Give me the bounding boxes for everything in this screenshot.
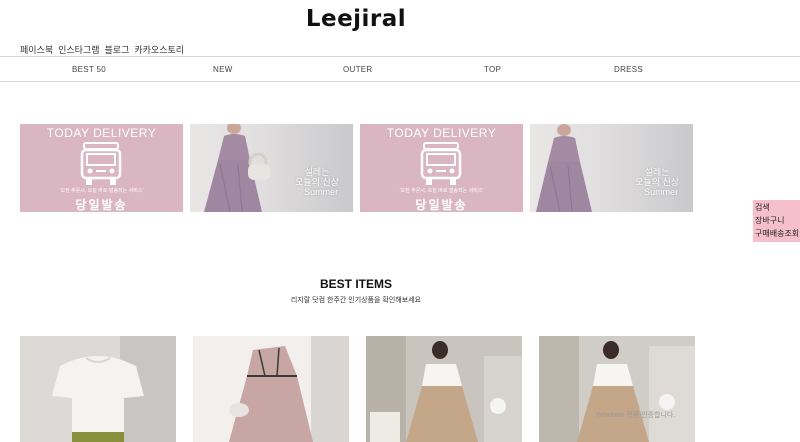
nav-item-outer[interactable]: OUTER [343,65,373,74]
banner-line2: 오늘의 신상 [635,177,679,187]
summer-new-banner-2[interactable]: 설레는 오늘의 신상 ♡Summer [530,124,693,212]
banner-summer-text: 설레는 오늘의 신상 ♡Summer [295,167,339,197]
product-image [539,336,695,442]
banner-row: TODAY DELIVERY '오전 주문시, 오늘 바로 발송되는 서비스' … [20,124,693,212]
today-delivery-banner[interactable]: TODAY DELIVERY '오전 주문시, 오늘 바로 발송되는 서비스' … [20,124,183,212]
banner-big-text: 당일발송 [415,198,468,212]
truck-icon [420,142,462,185]
summer-new-banner[interactable]: 설레는 오늘의 신상 ♡Summer [190,124,353,212]
product-card[interactable] [193,336,349,442]
product-card[interactable] [366,336,522,442]
banner-summer-text: 설레는 오늘의 신상 ♡Summer [635,167,679,197]
banner-line3: ♡Summer [296,187,339,197]
side-menu-cart[interactable]: 장바구니 [755,214,800,227]
social-link-facebook[interactable]: 페이스북 [20,43,53,56]
product-card[interactable] [20,336,176,442]
banner-line3: ♡Summer [636,187,679,197]
category-nav: BEST 50 NEW OUTER TOP DRESS [0,56,800,82]
nav-item-best50[interactable]: BEST 50 [72,65,106,74]
os-activation-watermark: Windows 정품 인증합니다. [596,412,676,419]
social-link-kakaostory[interactable]: 카카오스토리 [134,43,184,56]
banner-subtext: '오전 주문시, 오늘 바로 발송되는 서비스' [399,188,484,194]
banner-subtext: '오전 주문시, 오늘 바로 발송되는 서비스' [59,188,144,194]
side-menu-search[interactable]: 검색 [755,201,800,214]
site-logo[interactable]: Leejiral [0,6,712,32]
banner-heading: TODAY DELIVERY [46,126,157,140]
banner-big-text: 당일발송 [75,198,128,212]
banner-line2: 오늘의 신상 [295,177,339,187]
social-links: 페이스북 인스타그램 블로그 카카오스토리 [20,43,184,56]
best-items-title: BEST ITEMS [319,277,392,291]
social-link-instagram[interactable]: 인스타그램 [58,43,99,56]
today-delivery-banner-2[interactable]: TODAY DELIVERY '오전 주문시, 오늘 바로 발송되는 서비스' … [360,124,523,212]
best-items-subtitle: 리지랄 닷컴 한주간 인기상품을 확인해보세요 [290,297,422,304]
best-products-row [20,336,695,442]
product-image [193,336,349,442]
product-image [20,336,176,442]
banner-line1: 설레는 [644,167,670,177]
product-card[interactable] [539,336,695,442]
side-menu-order-tracking[interactable]: 구매배송조회 [755,227,800,240]
nav-item-dress[interactable]: DRESS [614,65,643,74]
product-image [366,336,522,442]
nav-item-new[interactable]: NEW [213,65,233,74]
banner-heading: TODAY DELIVERY [386,126,497,140]
truck-icon [80,142,122,185]
social-link-blog[interactable]: 블로그 [105,43,130,56]
nav-item-top[interactable]: TOP [484,65,501,74]
banner-line1: 설레는 [304,167,330,177]
floating-side-menu: 검색 장바구니 구매배송조회 [753,200,800,242]
